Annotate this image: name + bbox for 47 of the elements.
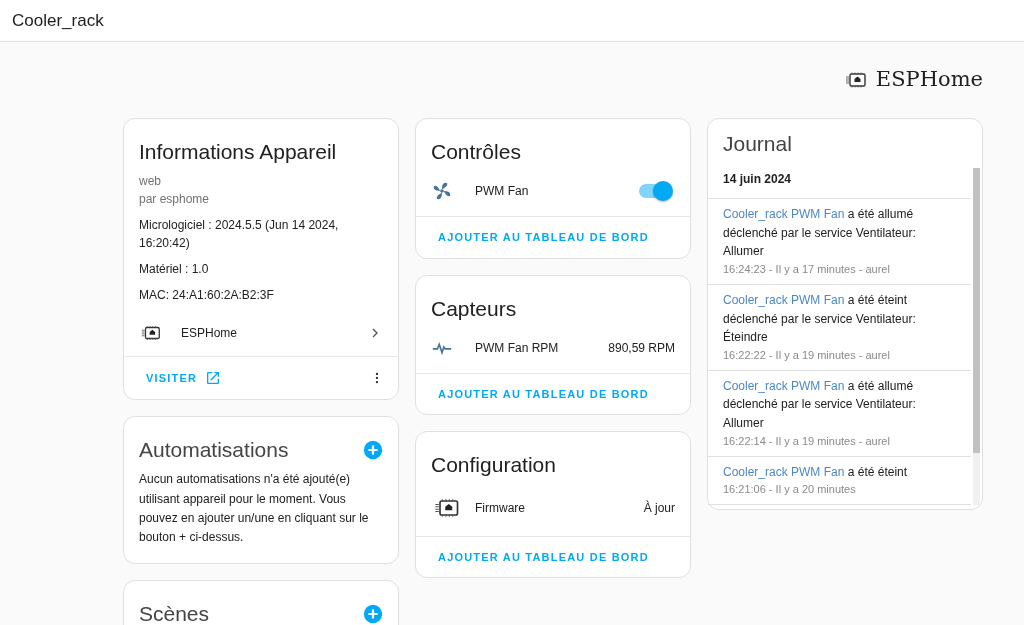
mac-address: MAC: 24:A1:60:2A:B2:3F [139,288,274,303]
device-manufacturer: par esphome [139,191,211,209]
add-to-dashboard-button[interactable]: AJOUTER AU TABLEAU DE BORD [430,229,657,246]
page-title: Cooler_rack [12,9,104,32]
card-title: Automatisations [138,437,290,464]
entity-state: 890,59 RPM [608,339,675,357]
log-meta: 16:22:14 - Il y a 19 minutes - aurel [723,433,891,449]
card-title: Informations Appareil [138,139,338,165]
log-meta: 16:21:06 - Il y a 20 minutes [723,482,857,498]
entity-row[interactable]: Firmware À jour [416,485,690,536]
brand-name: ESPHome [875,66,983,94]
entity-name: PWM Fan [475,183,530,201]
log-meta: 16:22:22 - Il y a 19 minutes - aurel [723,347,891,363]
log-message: Cooler_rack PWM Fan a été éteint [723,463,909,481]
entity-row[interactable]: PWM Fan RPM 890,59 RPM [416,328,690,373]
log-message: Cooler_rack PWM Fan a été allumé déclenché par le service Ventilateur: Allumer [723,377,917,433]
card-title: Contrôles [430,139,522,165]
entity-link[interactable]: Cooler_rack PWM Fan [723,464,845,479]
visit-button[interactable]: VISITER [138,369,230,387]
empty-message: Aucun automatisations n'a été ajouté(e) utilisant appareil pour le moment. Vous pouvez en ajouter un/une en cliquant sur le bouton + ci-dessus. [138,471,370,546]
log-date: 14 juin 2024 [708,164,971,200]
entity-link[interactable]: Cooler_rack PWM Fan [723,207,845,222]
hardware-info: Matériel : 1.0 [139,262,209,277]
entity-name: Firmware [475,499,526,517]
log-message: Cooler_rack PWM Fan a été allumé déclenché par le service Ventilateur: Allumer [723,206,917,261]
firmware-info: Micrologiciel : 2024.5.5 (Jun 14 2024, 16:20:42) [139,218,339,251]
log-message: Cooler_rack PWM Fan a été éteint déclenché par le service Ventilateur: Éteindre [723,292,917,347]
add-to-dashboard-button[interactable]: AJOUTER AU TABLEAU DE BORD [430,548,657,566]
entity-link[interactable]: Cooler_rack PWM Fan [723,378,845,393]
scrollbar[interactable] [973,168,980,506]
card-title: Configuration [430,452,557,479]
device-model: web [139,173,162,191]
add-button[interactable] [363,603,383,624]
entity-link[interactable]: Cooler_rack PWM Fan [723,293,845,307]
log-meta: 16:24:23 - Il y a 17 minutes - aurel [723,261,891,277]
entity-name: PWM Fan RPM [475,339,560,357]
card-title: Journal [722,131,793,157]
external-link-icon [205,370,222,387]
entity-state: À jour [643,499,675,517]
add-to-dashboard-button[interactable]: AJOUTER AU TABLEAU DE BORD [430,385,657,403]
card-title: Scènes [138,601,211,625]
add-button[interactable] [363,439,383,460]
toggle-switch[interactable] [639,184,671,199]
card-title: Capteurs [430,295,518,322]
entity-row[interactable]: PWM Fan [416,172,690,217]
integration-name: ESPHome [181,325,239,343]
integration-row[interactable]: ESPHome [124,314,398,357]
